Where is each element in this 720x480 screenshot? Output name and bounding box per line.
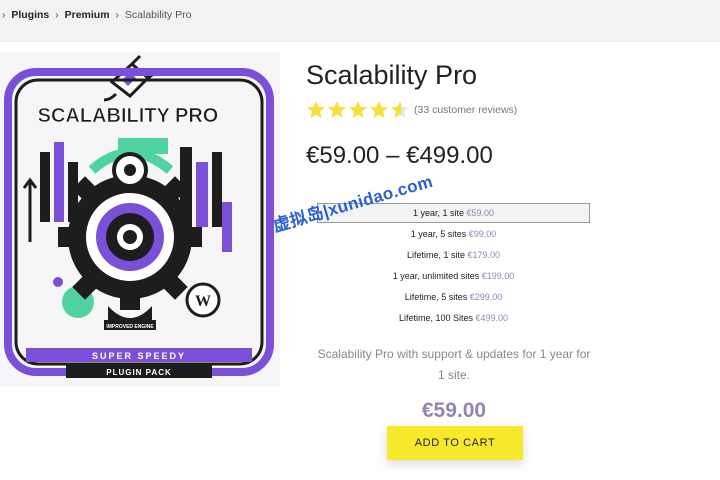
illustration-banner-line1: SUPER SPEEDY bbox=[92, 351, 186, 361]
breadcrumb-premium[interactable]: Premium bbox=[65, 9, 110, 21]
illustration-title: SCALABILITY PRO bbox=[38, 105, 219, 127]
star-icon bbox=[349, 101, 367, 118]
variation-option[interactable]: 1 year, 5 sites €99.00 bbox=[317, 224, 590, 244]
variation-label: 1 year, 1 site bbox=[412, 208, 464, 218]
add-to-cart-button[interactable]: ADD TO CART bbox=[387, 426, 523, 460]
breadcrumb-plugins[interactable]: Plugins bbox=[11, 9, 49, 21]
variation-option[interactable]: 1 year, unlimited sites €199.00 bbox=[317, 266, 590, 286]
variation-label: Lifetime, 5 sites bbox=[404, 292, 468, 302]
variation-option[interactable]: Lifetime, 1 site €179.00 bbox=[317, 245, 590, 265]
illustration-badge: IMPROVED ENGINE bbox=[106, 324, 154, 330]
top-bar: › Plugins › Premium › Scalability Pro bbox=[0, 0, 720, 42]
star-icon bbox=[307, 101, 325, 118]
selected-price: €59.00 bbox=[421, 399, 487, 422]
variation-label: 1 year, 5 sites bbox=[410, 229, 467, 239]
price-range: €59.00 – €499.00 bbox=[306, 142, 493, 169]
variation-price: €199.00 bbox=[481, 271, 515, 281]
variation-label: Lifetime, 100 Sites bbox=[398, 313, 473, 323]
star-icon bbox=[370, 101, 388, 118]
variation-description: Scalability Pro with support & updates f… bbox=[317, 347, 591, 382]
breadcrumb: › Plugins › Premium › Scalability Pro bbox=[0, 9, 191, 21]
variation-price: €59.00 bbox=[466, 208, 495, 218]
product-image[interactable]: SCALABILITY PRO W IMPROVED ENGINE SUPER … bbox=[0, 52, 280, 387]
variation-options: 1 year, 1 site €59.00 1 year, 5 sites €9… bbox=[317, 203, 590, 329]
customer-reviews-link[interactable]: (33 customer reviews) bbox=[414, 104, 517, 116]
variation-option[interactable]: Lifetime, 100 Sites €499.00 bbox=[317, 308, 590, 328]
variation-option[interactable]: Lifetime, 5 sites €299.00 bbox=[317, 287, 590, 307]
plug-icon bbox=[103, 54, 157, 102]
variation-price: €299.00 bbox=[469, 292, 503, 302]
star-rating: (33 customer reviews) bbox=[306, 100, 517, 120]
chevron-right-icon: › bbox=[55, 9, 59, 21]
variation-label: 1 year, unlimited sites bbox=[392, 271, 480, 281]
variation-price: €179.00 bbox=[467, 250, 501, 260]
chevron-right-icon: › bbox=[2, 9, 6, 21]
half-star-icon bbox=[391, 101, 409, 118]
variation-label: Lifetime, 1 site bbox=[406, 250, 465, 260]
breadcrumb-current: Scalability Pro bbox=[124, 9, 192, 21]
rating-stars bbox=[306, 100, 410, 120]
variation-price: €499.00 bbox=[475, 313, 509, 323]
product-illustration: SCALABILITY PRO W IMPROVED ENGINE SUPER … bbox=[4, 54, 274, 378]
illustration-banner-line2: PLUGIN PACK bbox=[106, 368, 172, 377]
svg-text:W: W bbox=[195, 293, 211, 310]
chevron-right-icon: › bbox=[115, 9, 119, 21]
variation-price: €99.00 bbox=[468, 229, 497, 239]
product-title: Scalability Pro bbox=[306, 60, 478, 90]
star-icon bbox=[328, 101, 346, 118]
